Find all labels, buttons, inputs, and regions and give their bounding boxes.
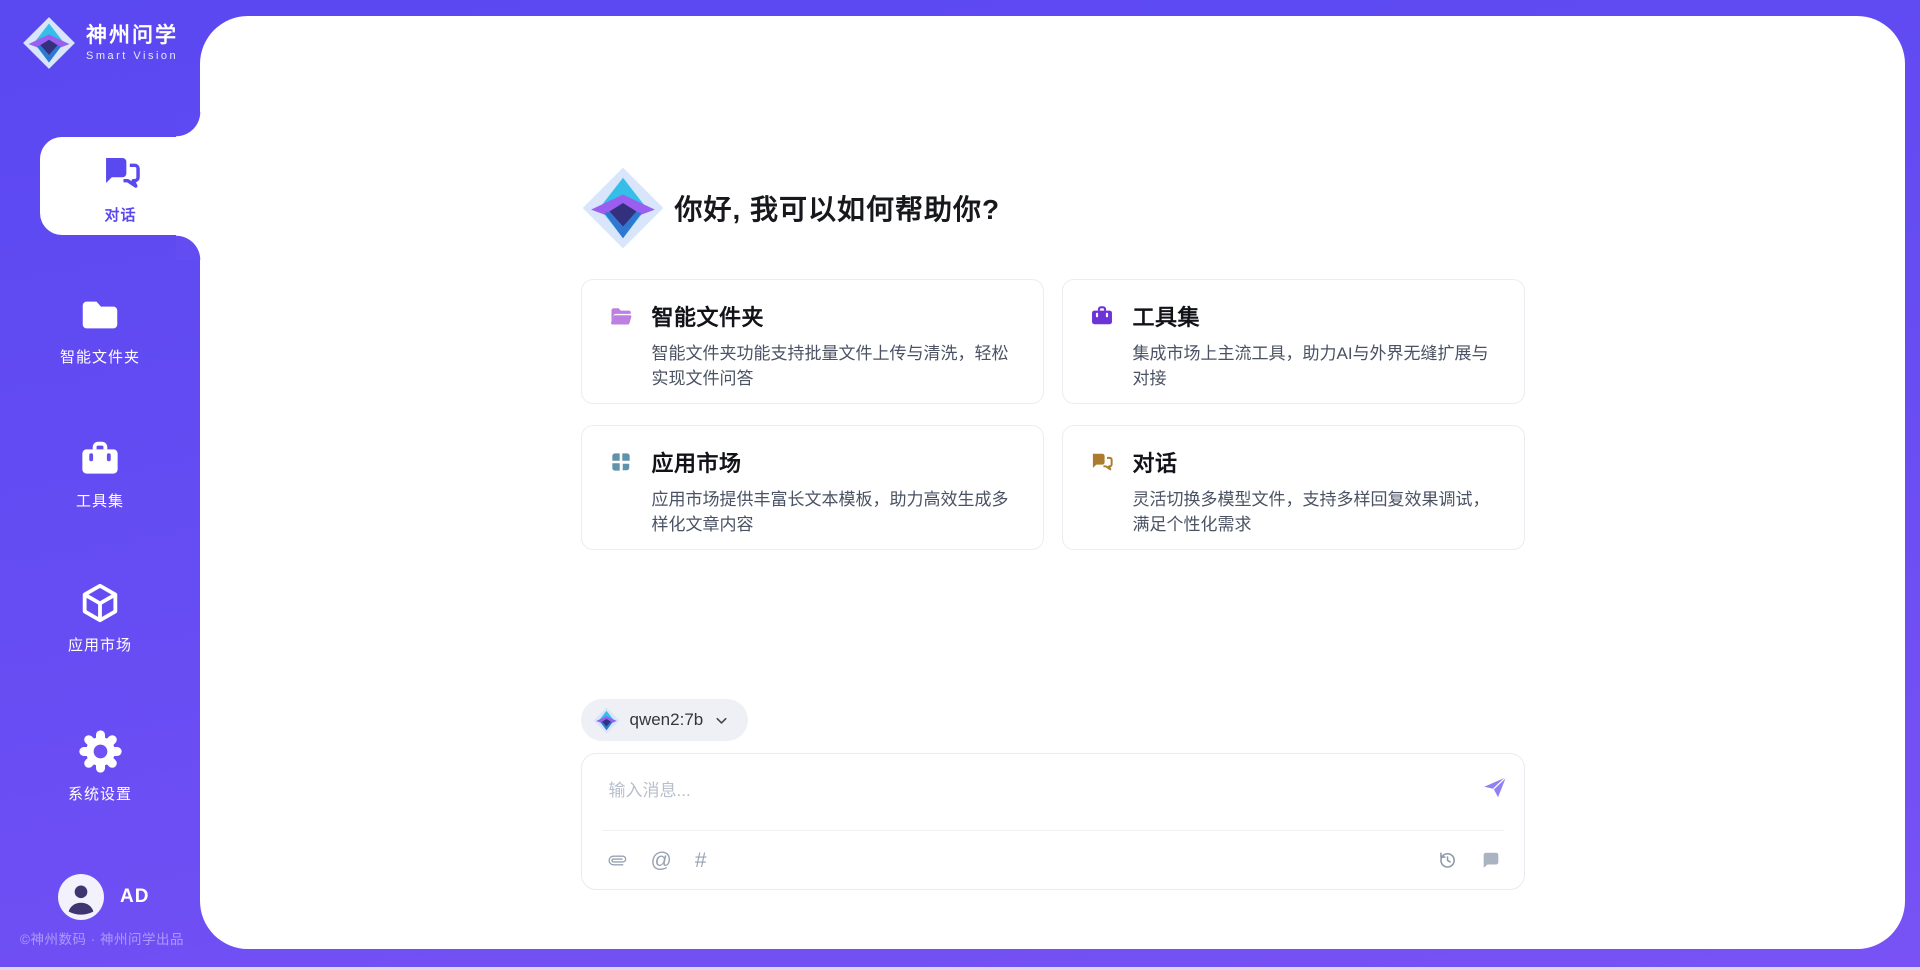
user-account[interactable]: AD — [58, 874, 149, 920]
briefcase-icon — [77, 436, 123, 482]
composer-toolbar: @ # — [582, 831, 1524, 889]
send-icon — [1481, 773, 1509, 801]
sidebar: 神州问学 Smart Vision 对话 智能文件夹 工具集 — [0, 0, 200, 970]
model-selector[interactable]: qwen2:7b — [581, 699, 749, 741]
tab-scoop-top — [176, 112, 201, 137]
gear-icon — [77, 728, 124, 775]
card-description: 灵活切换多模型文件，支持多样回复效果调试，满足个性化需求 — [1089, 487, 1500, 537]
send-button[interactable] — [1481, 773, 1509, 801]
briefcase-icon — [1089, 303, 1115, 329]
feature-cards: 智能文件夹 智能文件夹功能支持批量文件上传与清洗，轻松实现文件问答 工具集 集成… — [581, 279, 1525, 550]
message-input[interactable] — [582, 754, 1524, 824]
sidebar-item-toolset[interactable]: 工具集 — [0, 436, 200, 511]
avatar — [58, 874, 104, 920]
grid-icon — [608, 449, 634, 475]
model-name: qwen2:7b — [630, 710, 704, 730]
sidebar-item-smart-folder[interactable]: 智能文件夹 — [0, 292, 200, 367]
history-icon[interactable] — [1436, 849, 1458, 871]
main-content: 你好, 我可以如何帮助你? 智能文件夹 智能文件夹功能支持批量文件上传与清洗，轻… — [200, 16, 1905, 949]
card-title: 工具集 — [1133, 300, 1201, 332]
user-name: AD — [120, 886, 149, 908]
sidebar-item-settings[interactable]: 系统设置 — [0, 728, 200, 804]
sidebar-item-label: 对话 — [40, 204, 201, 225]
model-diamond-icon — [593, 707, 620, 734]
sidebar-item-label: 应用市场 — [0, 634, 200, 655]
folder-open-icon — [608, 303, 634, 329]
brand-name: 神州问学 — [86, 24, 178, 47]
card-smart-folder[interactable]: 智能文件夹 智能文件夹功能支持批量文件上传与清洗，轻松实现文件问答 — [581, 279, 1044, 404]
sidebar-item-label: 工具集 — [0, 490, 200, 511]
card-chat[interactable]: 对话 灵活切换多模型文件，支持多样回复效果调试，满足个性化需求 — [1062, 425, 1525, 550]
copyright-text: ©神州数码 · 神州问学出品 — [20, 928, 184, 948]
mention-icon[interactable]: @ — [651, 850, 672, 871]
chevron-down-icon — [713, 712, 730, 729]
chat-icon — [98, 150, 144, 196]
card-description: 集成市场上主流工具，助力AI与外界无缝扩展与对接 — [1089, 341, 1500, 391]
assistant-diamond-icon — [581, 166, 665, 250]
attachment-icon[interactable] — [607, 850, 628, 871]
app-logo: 神州问学 Smart Vision — [22, 16, 178, 70]
greeting-text: 你好, 我可以如何帮助你? — [675, 188, 1001, 228]
sidebar-item-label: 系统设置 — [0, 783, 200, 804]
card-app-market[interactable]: 应用市场 应用市场提供丰富长文本模板，助力高效生成多样化文章内容 — [581, 425, 1044, 550]
cube-icon — [77, 580, 123, 626]
sidebar-item-chat[interactable]: 对话 — [40, 150, 201, 225]
tab-scoop-bottom — [176, 235, 201, 260]
chat-bubble-icon[interactable] — [1480, 849, 1502, 871]
folder-icon — [77, 292, 123, 338]
brand-diamond-icon — [22, 16, 76, 70]
brand-subtitle: Smart Vision — [86, 50, 178, 62]
sidebar-item-app-market[interactable]: 应用市场 — [0, 580, 200, 655]
hashtag-icon[interactable]: # — [695, 850, 707, 871]
chat-icon — [1089, 449, 1115, 475]
card-description: 智能文件夹功能支持批量文件上传与清洗，轻松实现文件问答 — [608, 341, 1019, 391]
card-title: 应用市场 — [652, 446, 742, 478]
card-title: 智能文件夹 — [652, 300, 765, 332]
greeting-row: 你好, 我可以如何帮助你? — [581, 167, 1525, 249]
message-composer: @ # — [581, 753, 1525, 890]
card-toolset[interactable]: 工具集 集成市场上主流工具，助力AI与外界无缝扩展与对接 — [1062, 279, 1525, 404]
card-description: 应用市场提供丰富长文本模板，助力高效生成多样化文章内容 — [608, 487, 1019, 537]
card-title: 对话 — [1133, 446, 1178, 478]
sidebar-item-label: 智能文件夹 — [0, 346, 200, 367]
